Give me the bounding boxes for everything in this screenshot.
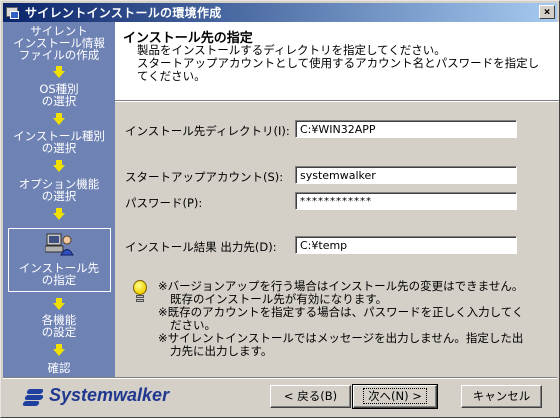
password-input[interactable]: ************: [295, 192, 517, 210]
footer-divider: [3, 377, 557, 379]
cancel-button[interactable]: キャンセル: [461, 385, 542, 408]
note-line: ※既存のアカウントを指定する場合は、パスワードを正しく入力してください。: [158, 305, 524, 332]
cancel-button-label: キャンセル: [472, 389, 531, 403]
next-button-label: 次へ(N) >: [363, 388, 427, 404]
arrow-down-icon: [53, 208, 65, 220]
result-dir-label: インストール結果 出力先(D):: [125, 240, 277, 254]
logo-text: Systemwalker: [49, 385, 170, 405]
account-label: スタートアップアカウント(S):: [125, 170, 284, 184]
app-window-icon: [5, 5, 21, 21]
systemwalker-logo: Systemwalker: [22, 385, 170, 406]
step-label: オプション機能 の選択: [18, 177, 100, 203]
arrow-down-icon: [53, 113, 65, 125]
note-line: ※バージョンアップを行う場合はインストール先の変更はできません。既存のインストー…: [158, 279, 524, 306]
wizard-steps-sidebar: サイレント インストール情報 ファイルの作成 OS種別 の選択 インストール種別 の選択…: [3, 22, 115, 377]
arrow-down-icon: [53, 298, 65, 310]
step-label: インストール種別 の選択: [13, 129, 105, 155]
step-label: 各機能 の設定: [41, 313, 77, 339]
logo-mark-icon: [22, 386, 47, 406]
install-dir-label: インストール先ディレクトリ(I):: [125, 124, 290, 138]
back-button-label: < 戻る(B): [283, 389, 338, 403]
notes-text: ※バージョンアップを行う場合はインストール先の変更はできません。既存のインストー…: [158, 280, 528, 358]
step-create-info-file: サイレント インストール情報 ファイルの作成: [3, 25, 115, 61]
lightbulb-icon: [131, 280, 149, 306]
step-install-type: インストール種別 の選択: [3, 130, 115, 154]
step-label: インストール先 の指定: [18, 261, 100, 287]
computer-user-icon: [45, 233, 74, 256]
step-optional-features: オプション機能 の選択: [3, 178, 115, 202]
note-line: ※サイレントインストールではメッセージを出力しません。指定した出力先に出力します…: [158, 331, 524, 358]
step-label: サイレント インストール情報 ファイルの作成: [13, 24, 105, 62]
step-install-destination: インストール先 の指定: [3, 262, 115, 286]
step-confirm: 確認: [3, 362, 115, 374]
step-feature-settings: 各機能 の設定: [3, 314, 115, 338]
back-button[interactable]: < 戻る(B): [270, 385, 351, 408]
step-label: 確認: [47, 361, 71, 375]
close-button[interactable]: ×: [539, 5, 555, 19]
step-label: OS種別 の選択: [39, 82, 79, 108]
arrow-down-icon: [53, 160, 65, 172]
arrow-down-icon: [53, 66, 65, 78]
title-bar[interactable]: サイレントインストールの環境作成 ×: [3, 3, 557, 22]
window-title: サイレントインストールの環境作成: [25, 6, 222, 20]
result-dir-input[interactable]: C:¥temp: [295, 236, 517, 254]
arrow-down-icon: [53, 344, 65, 356]
step-os-type: OS種別 の選択: [3, 83, 115, 107]
next-button[interactable]: 次へ(N) >: [352, 384, 438, 409]
install-dir-input[interactable]: C:¥WIN32APP: [295, 120, 517, 138]
account-input[interactable]: systemwalker: [295, 166, 517, 184]
password-label: パスワード(P):: [125, 196, 203, 210]
page-description: 製品をインストールするディレクトリを指定してください。 スタートアップアカウントと…: [137, 43, 540, 83]
wizard-window: サイレントインストールの環境作成 × サイレント インストール情報 ファイルの作成 …: [0, 0, 560, 418]
header-divider: [115, 100, 559, 102]
page-header: インストール先の指定 製品をインストールするディレクトリを指定してください。 スタ…: [115, 22, 559, 100]
